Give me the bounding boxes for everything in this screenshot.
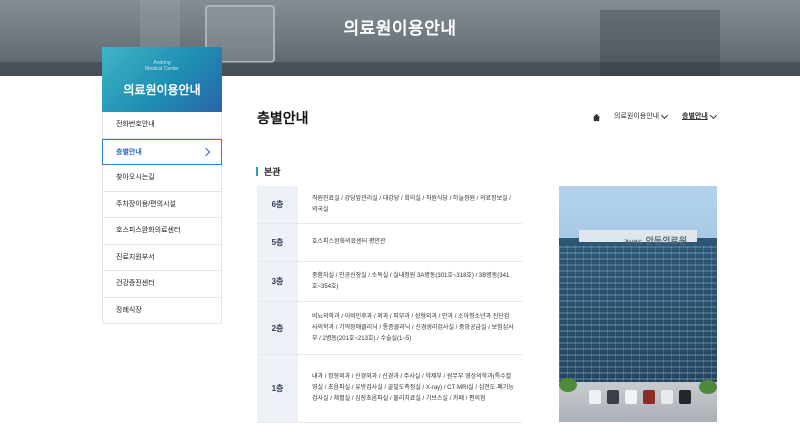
side-item-health-center[interactable]: 건강증진센터 — [102, 271, 222, 298]
parking-lot — [559, 378, 717, 422]
side-item-label: 전화번호안내 — [116, 121, 155, 128]
car — [679, 390, 691, 404]
page-title: 층별안내 — [257, 110, 309, 126]
car — [625, 390, 637, 404]
breadcrumb-level2[interactable]: 층별안내 — [682, 111, 708, 125]
table-row: 1층 내과 / 정형외과 / 신경외과 / 신경과 / 주사실 / 약제부 / … — [257, 355, 522, 423]
side-menu-header: Andong Medical Center 의료원이용안내 — [102, 47, 222, 112]
car — [607, 390, 619, 404]
building-sign: 경상북도 안동의료원 — [624, 236, 687, 246]
side-item-support[interactable]: 진료지원부서 — [102, 244, 222, 271]
side-item-floor-guide[interactable]: 층별안내 — [102, 138, 222, 165]
side-item-label: 진료지원부서 — [116, 253, 155, 261]
floor-description: 중환자실 / 인공신장실 / 소독실 / 실내정원 3A병동(301호~318호… — [312, 272, 510, 290]
floor-table: 6층 직원진료실 / 강당앞관리실 / 대강당 / 회의실 / 직원식당 / 하… — [257, 186, 522, 423]
chevron-right-icon — [201, 147, 211, 156]
building-glass — [559, 246, 717, 386]
floor-number: 1층 — [257, 355, 298, 422]
hero-title: 의료원이용안내 — [343, 19, 457, 38]
car — [661, 390, 673, 404]
side-item-label: 주차장이용/편의시설 — [116, 200, 176, 208]
tree — [699, 380, 717, 394]
floor-description: 내과 / 정형외과 / 신경외과 / 신경과 / 주사실 / 약제부 / 원무부… — [312, 374, 514, 402]
home-icon[interactable] — [592, 113, 601, 122]
side-item-phone[interactable]: 전화번호안내 — [102, 112, 222, 139]
side-item-parking[interactable]: 주차장이용/편의시설 — [102, 191, 222, 218]
side-item-label: 장례식장 — [116, 306, 142, 314]
floor-number: 3층 — [257, 262, 298, 301]
chevron-down-icon[interactable] — [709, 111, 718, 120]
floor-number: 6층 — [257, 186, 298, 223]
section-accent-bar — [256, 167, 258, 176]
tree — [559, 378, 577, 392]
side-item-directions[interactable]: 찾아오시는길 — [102, 165, 222, 192]
side-item-label: 찾아오시는길 — [116, 174, 155, 181]
breadcrumb-level1[interactable]: 의료원이용안내 — [614, 111, 659, 125]
side-menu-title: 의료원이용안내 — [123, 83, 201, 97]
table-row: 5층 호스피스완화의료센터 평안관 — [257, 224, 522, 262]
table-row: 6층 직원진료실 / 강당앞관리실 / 대강당 / 회의실 / 직원식당 / 하… — [257, 186, 522, 224]
side-item-funeral[interactable]: 장례식장 — [102, 297, 222, 324]
floor-description: 비뇨의학과 / 이비인후과 / 외과 / 피부과 / 성형외과 / 안과 / 소… — [312, 313, 514, 342]
building-photo: 경상북도 안동의료원 — [559, 186, 717, 422]
car — [643, 390, 655, 404]
side-item-label: 층별안내 — [116, 148, 142, 156]
brand-subtitle: Andong Medical Center — [145, 60, 179, 72]
table-row: 3층 중환자실 / 인공신장실 / 소독실 / 실내정원 3A병동(301호~3… — [257, 262, 522, 302]
table-row: 2층 비뇨의학과 / 이비인후과 / 외과 / 피부과 / 성형외과 / 안과 … — [257, 302, 522, 355]
floor-number: 5층 — [257, 224, 298, 261]
side-item-label: 호스피스완화의료센터 — [116, 227, 181, 234]
car — [589, 390, 601, 404]
floor-number: 2층 — [257, 302, 298, 354]
floor-description: 호스피스완화의료센터 평안관 — [312, 239, 386, 245]
side-item-label: 건강증진센터 — [116, 280, 155, 287]
chevron-down-icon[interactable] — [660, 111, 669, 120]
section-title: 본관 — [256, 165, 281, 178]
floor-description: 직원진료실 / 강당앞관리실 / 대강당 / 회의실 / 직원식당 / 하늘정원… — [312, 195, 511, 213]
side-menu: 전화번호안내 층별안내 찾아오시는길 주차장이용/편의시설 호스피스완화의료센터… — [102, 112, 222, 324]
side-item-hospice[interactable]: 호스피스완화의료센터 — [102, 218, 222, 245]
